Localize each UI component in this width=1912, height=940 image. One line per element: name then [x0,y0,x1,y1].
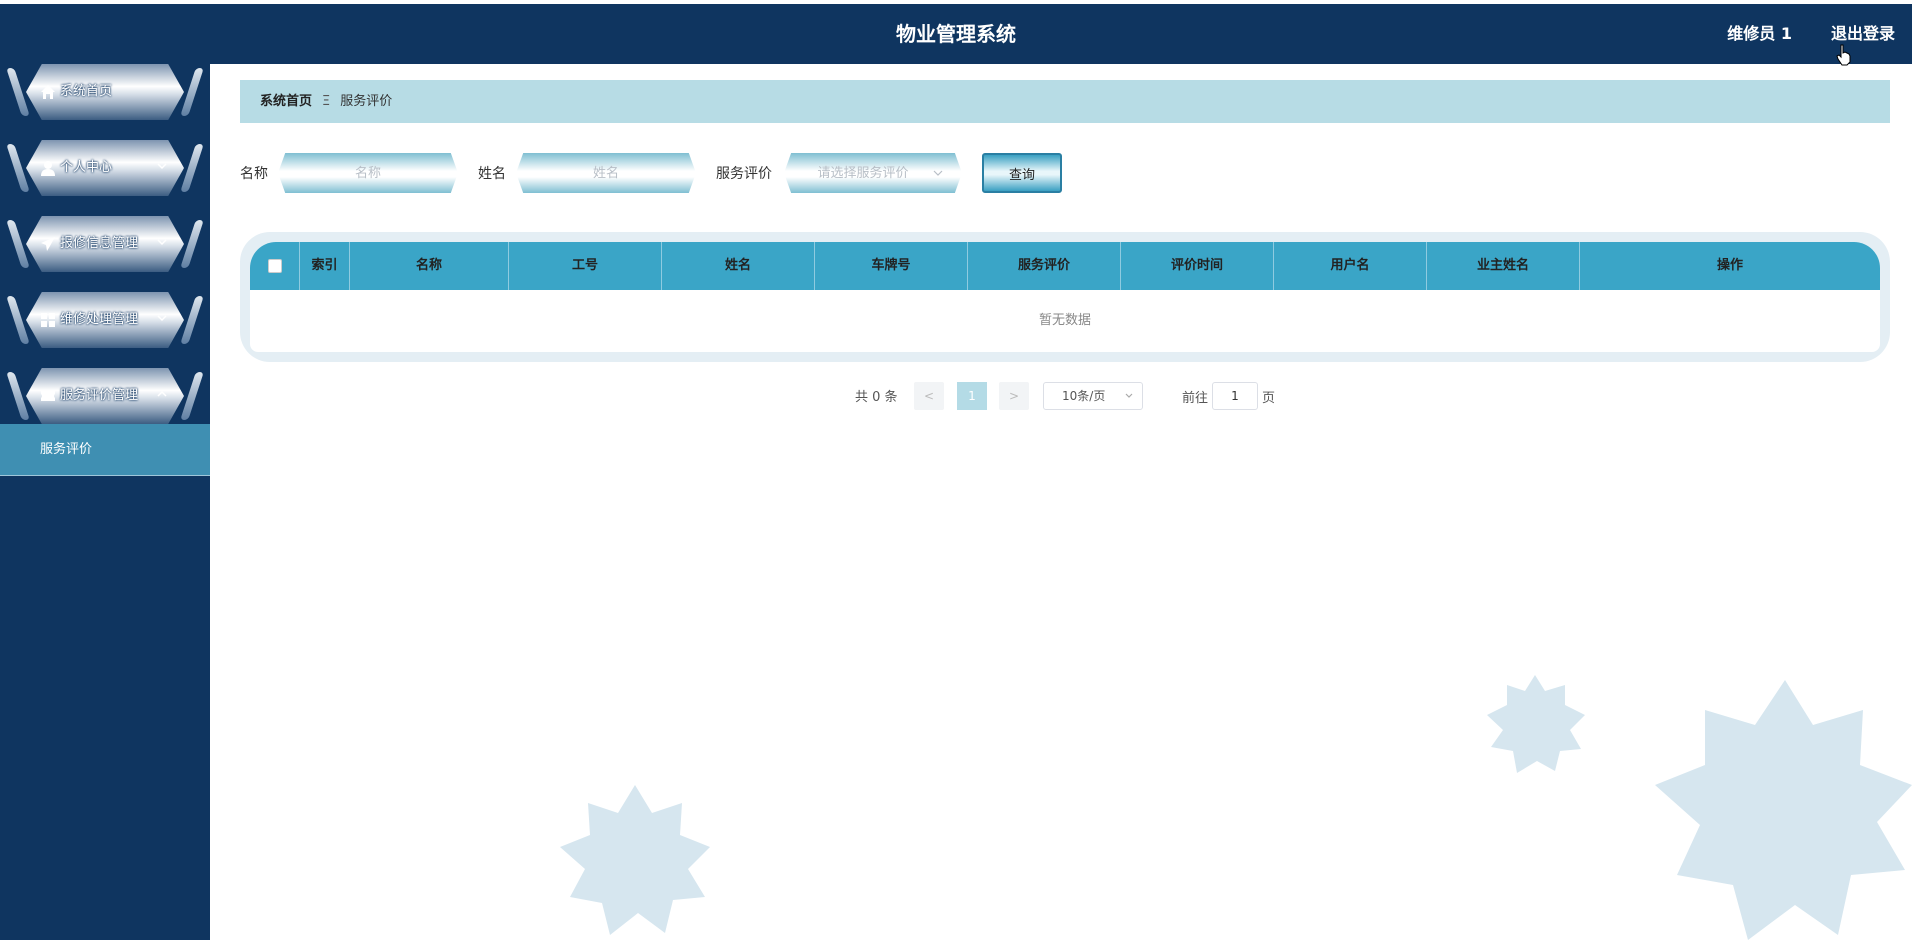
person-field[interactable] [516,153,696,193]
sidebar-subitem-label: 服务评价 [40,442,93,457]
decorative-star-icon [1655,680,1912,940]
name-field[interactable] [278,153,458,193]
chevron-down-icon [1125,393,1133,398]
sidebar-item-profile[interactable]: 个人中心 [6,140,204,196]
select-all-cell [250,242,300,290]
select-all-checkbox[interactable] [268,259,282,273]
sidebar-item-repair-process[interactable]: 维修处理管理 [6,292,204,348]
pager-prev-button[interactable]: < [914,382,944,410]
column-header[interactable]: 姓名 [662,242,815,290]
pager-unit-label: 页 [1262,391,1276,406]
breadcrumb-current: 服务评价 [340,94,393,109]
name-label: 名称 [240,166,268,182]
table-header: 索引 名称 工号 姓名 车牌号 服务评价 评价时间 用户名 业主姓名 操作 [250,242,1880,290]
breadcrumb-separator: Ξ [322,94,331,109]
data-table: 索引 名称 工号 姓名 车牌号 服务评价 评价时间 用户名 业主姓名 操作 暂无… [240,232,1890,362]
sidebar-item-label: 维修处理管理 [60,312,139,327]
chevron-down-icon [157,239,167,246]
column-header[interactable]: 名称 [350,242,509,290]
hand-cursor-icon [1836,44,1851,66]
person-input[interactable] [516,153,696,193]
pager-goto-label: 前往 [1182,391,1209,406]
column-header[interactable]: 车牌号 [815,242,968,290]
home-icon [41,85,55,99]
column-header[interactable]: 工号 [509,242,662,290]
person-label: 姓名 [478,166,506,182]
sidebar-item-label: 报修信息管理 [60,236,139,251]
current-user: 维修员 1 [1727,24,1792,43]
pager-page-button[interactable]: 1 [957,382,987,410]
empty-state: 暂无数据 [1038,313,1091,328]
query-button[interactable]: 查询 [982,153,1062,193]
column-header[interactable]: 业主姓名 [1427,242,1580,290]
chevron-down-icon [157,315,167,322]
sidebar-item-label: 服务评价管理 [60,388,139,403]
pager-next-button[interactable]: > [999,382,1029,410]
page-size-select[interactable]: 10条/页 [1043,382,1143,410]
decorative-star-icon [1487,675,1585,773]
name-input[interactable] [278,153,458,193]
sidebar-item-label: 系统首页 [60,84,113,99]
column-header[interactable]: 索引 [300,242,350,290]
column-header[interactable]: 评价时间 [1121,242,1274,290]
pager-goto-input[interactable] [1212,382,1258,410]
chevron-down-icon [933,170,943,176]
page-size-value: 10条/页 [1062,389,1106,403]
column-header[interactable]: 操作 [1580,242,1880,290]
chevron-down-icon [157,163,167,170]
grid-icon [41,313,55,327]
top-bar: 物业管理系统 维修员 1 退出登录 [0,4,1912,64]
pager-total: 共 0 条 [855,390,898,405]
column-header[interactable]: 服务评价 [968,242,1121,290]
ticket-icon [41,391,55,401]
sidebar-item-repair-info[interactable]: 报修信息管理 [6,216,204,272]
sidebar: 系统首页 个人中心 报修信息管理 维修处理管理 服务评价管理 服务评价 [0,64,210,940]
chevron-up-icon [157,390,167,397]
decorative-star-icon [560,785,710,935]
breadcrumb-home[interactable]: 系统首页 [260,94,312,109]
sidebar-subitem-service-review[interactable]: 服务评价 [0,424,210,476]
rating-label: 服务评价 [716,166,772,182]
breadcrumb: 系统首页 Ξ 服务评价 [240,80,1890,123]
user-icon [41,161,55,176]
column-header[interactable]: 用户名 [1274,242,1427,290]
rating-select[interactable] [784,153,962,193]
page-title: 物业管理系统 [896,22,1016,46]
sidebar-item-home[interactable]: 系统首页 [6,64,204,120]
sidebar-item-service-review[interactable]: 服务评价管理 [6,368,204,424]
sidebar-item-label: 个人中心 [60,160,113,175]
send-icon [41,237,55,251]
